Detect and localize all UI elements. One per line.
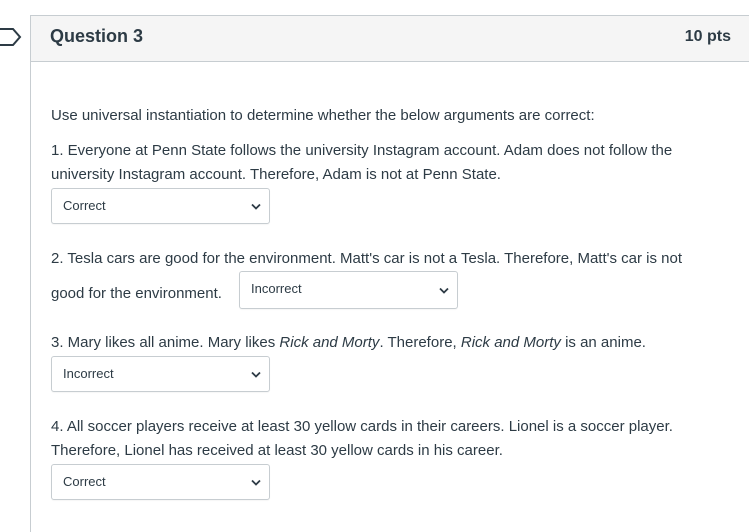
item-4-line-1: 4. All soccer players receive at least 3…	[51, 418, 673, 435]
quiz-page: Question 3 10 pts Use universal instanti…	[0, 0, 749, 532]
question-points: 10 pts	[684, 28, 731, 45]
item-3-text-a: 3. Mary likes all anime. Mary likes	[51, 334, 280, 351]
item-1-answer-select[interactable]: Correct	[51, 188, 270, 224]
item-2-line-2: good for the environment.	[51, 285, 222, 302]
item-3-text: 3. Mary likes all anime. Mary likes Rick…	[51, 331, 646, 355]
item-3-answer-select[interactable]: Incorrect	[51, 356, 270, 392]
chevron-down-icon	[251, 479, 261, 486]
item-3-title-1: Rick and Morty	[279, 334, 380, 351]
question-title: Question 3	[50, 26, 144, 46]
item-4-answer-select[interactable]: Correct	[51, 464, 270, 500]
item-2-line-1: 2. Tesla cars are good for the environme…	[51, 250, 683, 267]
item-4-line-2: Therefore, Lionel has received at least …	[51, 442, 503, 459]
item-3-text-e: is an anime.	[560, 334, 646, 351]
item-1-line-2: university Instagram account. Therefore,…	[51, 166, 501, 183]
item-2-answer-select[interactable]: Incorrect	[239, 271, 458, 309]
item-1-text: 1. Everyone at Penn State follows the un…	[51, 139, 672, 187]
item-2-text: 2. Tesla cars are good for the environme…	[51, 247, 682, 271]
item-2-selected-value: Incorrect	[251, 281, 302, 296]
item-4-text: 4. All soccer players receive at least 3…	[51, 415, 673, 463]
item-4-selected-value: Correct	[63, 474, 106, 489]
item-3-selected-value: Incorrect	[63, 366, 114, 381]
item-1-selected-value: Correct	[63, 198, 106, 213]
bookmark-flag-icon[interactable]	[0, 27, 22, 47]
chevron-down-icon	[439, 287, 449, 294]
question-header: Question 3 10 pts	[31, 16, 749, 62]
question-intro: Use universal instantiation to determine…	[51, 107, 595, 124]
chevron-down-icon	[251, 371, 261, 378]
question-card: Question 3 10 pts Use universal instanti…	[30, 15, 749, 532]
item-3-text-c: . Therefore,	[379, 334, 461, 351]
item-1-line-1: 1. Everyone at Penn State follows the un…	[51, 142, 673, 159]
chevron-down-icon	[251, 203, 261, 210]
item-3-title-2: Rick and Morty	[460, 334, 561, 351]
